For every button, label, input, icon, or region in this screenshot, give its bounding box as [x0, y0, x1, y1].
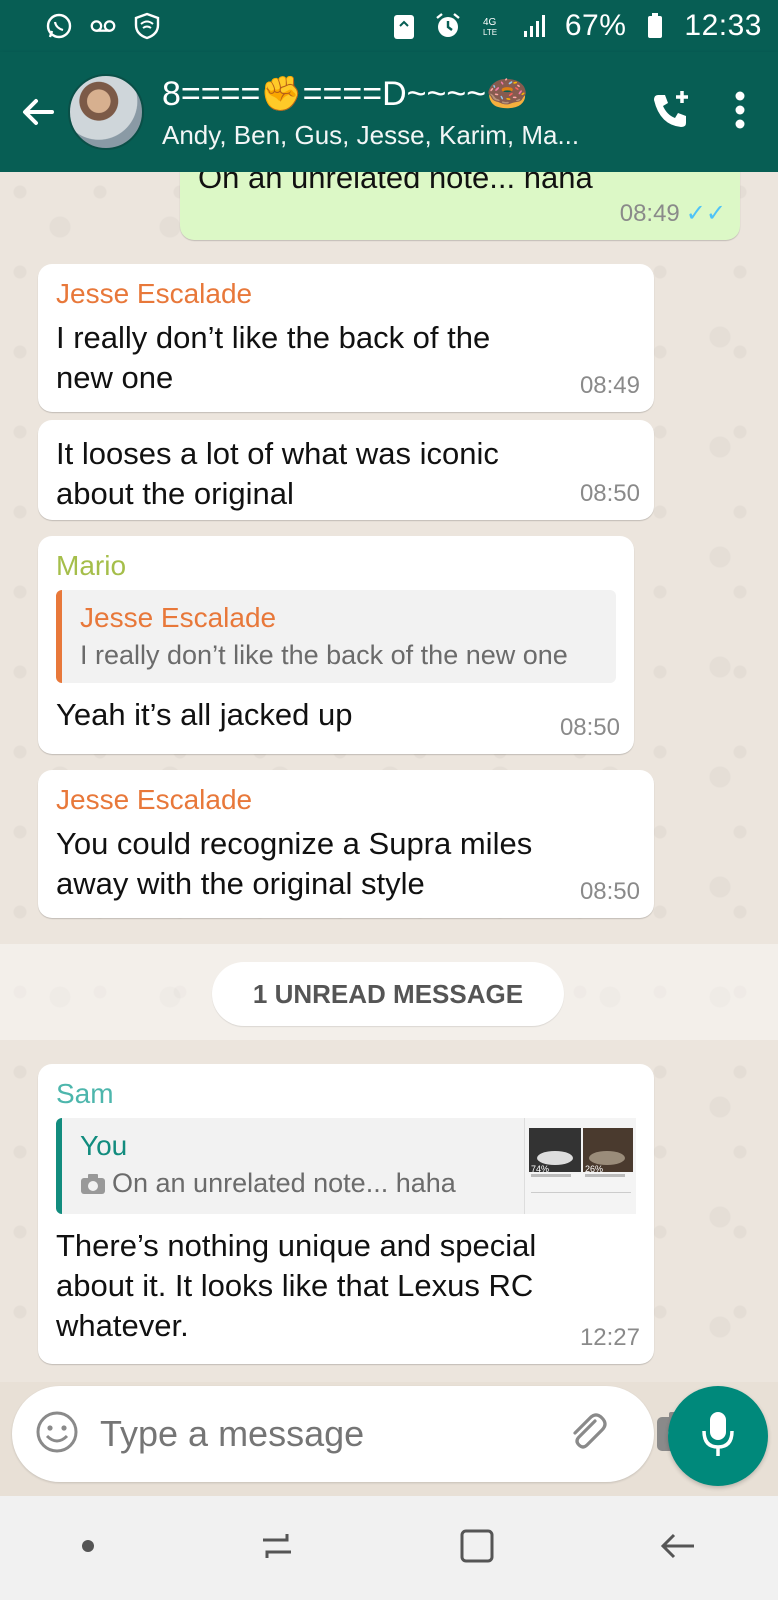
message-time: 08:50 [579, 878, 640, 905]
battery-icon [640, 11, 670, 41]
lte-icon: 4G LTE [477, 11, 507, 41]
message-text: I really don’t like the back of the new … [56, 320, 491, 395]
mic-icon [698, 1409, 738, 1464]
whatsapp-icon [44, 11, 74, 41]
mic-button[interactable] [668, 1386, 768, 1486]
chat-info[interactable]: 8====✊====D~~~~🍩 Andy, Ben, Gus, Jesse, … [162, 74, 648, 151]
message-input[interactable] [100, 1413, 565, 1455]
more-vert-icon[interactable] [734, 90, 746, 135]
message-outgoing[interactable]: On an unrelated note... haha 08:49 ✓✓ [180, 172, 740, 240]
quoted-sender: You [80, 1130, 128, 1161]
message-text: There’s nothing unique and special about… [56, 1228, 537, 1343]
message-text: You could recognize a Supra miles away w… [56, 826, 533, 901]
svg-text:4G: 4G [483, 17, 497, 28]
unread-badge: 1 UNREAD MESSAGE [212, 962, 564, 1026]
sender-name: Mario [56, 550, 127, 581]
shield-icon [132, 11, 162, 41]
poll-percent-right: 26% [585, 1164, 604, 1174]
message-time: 08:50 [579, 480, 640, 507]
message-text: Yeah it’s all jacked up [56, 697, 353, 732]
nav-dot-icon[interactable] [80, 1538, 96, 1559]
message-time: 12:27 [579, 1324, 640, 1351]
message-text: On an unrelated note... haha [198, 172, 593, 195]
message-time: 08:50 [559, 714, 620, 741]
signal-icon [521, 11, 551, 41]
read-ticks-icon: ✓✓ [685, 200, 726, 227]
chat-area[interactable]: On an unrelated note... haha 08:49 ✓✓ Jes… [0, 172, 778, 1382]
message-incoming[interactable]: Jesse Escalade You could recognize a Sup… [38, 770, 654, 918]
alarm-icon [433, 11, 463, 41]
message-incoming[interactable]: Sam You On an unrelated note... haha 74%… [38, 1064, 654, 1364]
sender-name: Jesse Escalade [56, 784, 253, 815]
quoted-sender: Jesse Escalade [80, 602, 277, 633]
status-bar: 4G LTE 67% 12:33 [0, 0, 778, 52]
svg-text:LTE: LTE [483, 28, 497, 37]
sender-name: Jesse Escalade [56, 278, 253, 309]
group-avatar[interactable] [68, 74, 144, 150]
add-call-icon[interactable] [648, 87, 694, 138]
back-arrow-icon[interactable] [10, 84, 66, 140]
clock: 12:33 [684, 9, 762, 42]
quoted-message[interactable]: Jesse Escalade I really don’t like the b… [56, 590, 616, 683]
chat-header: 8====✊====D~~~~🍩 Andy, Ben, Gus, Jesse, … [0, 52, 778, 172]
back-nav-icon[interactable] [658, 1526, 698, 1571]
emoji-icon[interactable] [34, 1409, 80, 1460]
voicemail-icon [88, 11, 118, 41]
recents-icon[interactable] [257, 1526, 297, 1571]
quoted-text: I really don’t like the back of the new … [80, 640, 568, 670]
message-text: It looses a lot of what was iconic about… [56, 436, 499, 511]
group-members: Andy, Ben, Gus, Jesse, Karim, Ma... [162, 119, 580, 150]
quoted-image-thumbnail: 74% 26% [524, 1118, 636, 1214]
quoted-message[interactable]: You On an unrelated note... haha 74% 26% [56, 1118, 636, 1214]
camera-icon [80, 1171, 106, 1202]
home-icon[interactable] [457, 1526, 497, 1571]
recycle-icon [389, 11, 419, 41]
system-nav-bar [0, 1496, 778, 1600]
paperclip-icon[interactable] [565, 1409, 611, 1460]
message-incoming[interactable]: Jesse Escalade I really don’t like the b… [38, 264, 654, 412]
message-time: 08:49 [579, 372, 640, 399]
sender-name: Sam [56, 1078, 114, 1109]
message-incoming[interactable]: Mario Jesse Escalade I really don’t like… [38, 536, 634, 754]
message-time: 08:49 ✓✓ [619, 200, 726, 227]
group-name: 8====✊====D~~~~🍩 [162, 74, 529, 113]
quoted-text: On an unrelated note... haha [80, 1168, 506, 1202]
battery-percent: 67% [564, 9, 627, 42]
message-incoming[interactable]: It looses a lot of what was iconic about… [38, 420, 654, 520]
composer [12, 1386, 699, 1482]
poll-percent-left: 74% [531, 1164, 550, 1174]
